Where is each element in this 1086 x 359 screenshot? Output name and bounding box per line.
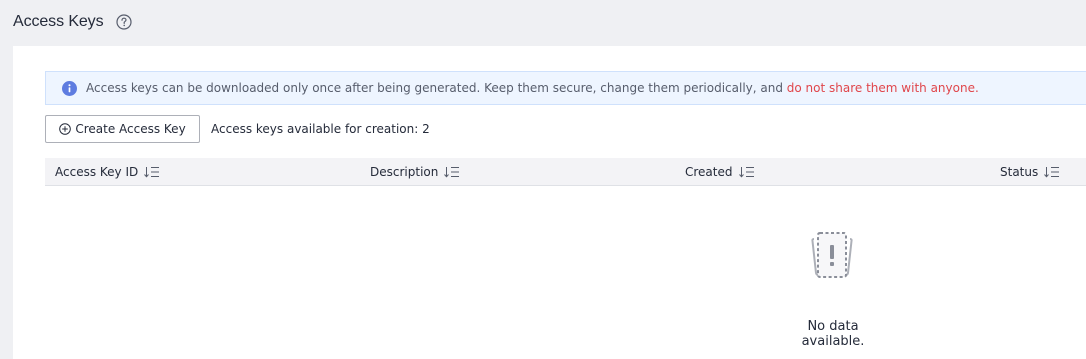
sort-icon[interactable]	[1044, 166, 1060, 178]
page-title: Access Keys	[13, 13, 104, 30]
plus-circle-icon	[59, 123, 72, 135]
notice-warning: do not share them with anyone.	[786, 81, 979, 95]
column-label: Description	[370, 164, 439, 179]
table-header: Access Key ID Description Created Status	[45, 158, 1086, 186]
create-access-key-label: Create Access Key	[75, 122, 186, 136]
column-header-description: Description	[360, 158, 675, 185]
empty-state-text: No data available.	[801, 319, 865, 349]
sort-icon[interactable]	[144, 166, 160, 178]
sort-icon[interactable]	[738, 166, 755, 178]
content-panel: Access keys can be downloaded only once …	[13, 46, 1086, 359]
access-keys-table: Access Key ID Description Created Status…	[45, 158, 1086, 349]
question-circle-icon[interactable]	[115, 14, 132, 30]
column-label: Access Key ID	[55, 164, 139, 179]
page-header: Access Keys	[13, 10, 132, 34]
create-access-key-button[interactable]: Create Access Key	[45, 115, 200, 143]
empty-warning-icon	[811, 232, 853, 278]
notice-banner: Access keys can be downloaded only once …	[45, 71, 1086, 105]
notice-text: Access keys can be downloaded only once …	[86, 81, 787, 95]
column-label: Created	[685, 164, 733, 179]
column-header-access-key-id: Access Key ID	[45, 158, 360, 185]
info-circle-icon	[62, 80, 77, 96]
empty-state: No data available.	[45, 187, 1086, 359]
column-label: Status	[1000, 164, 1039, 179]
column-header-created: Created	[675, 158, 990, 185]
column-header-status: Status	[990, 158, 1086, 185]
quota-text: Access keys available for creation: 2	[211, 122, 430, 136]
toolbar: Create Access Key Access keys available …	[45, 115, 430, 143]
sort-icon[interactable]	[444, 166, 460, 178]
